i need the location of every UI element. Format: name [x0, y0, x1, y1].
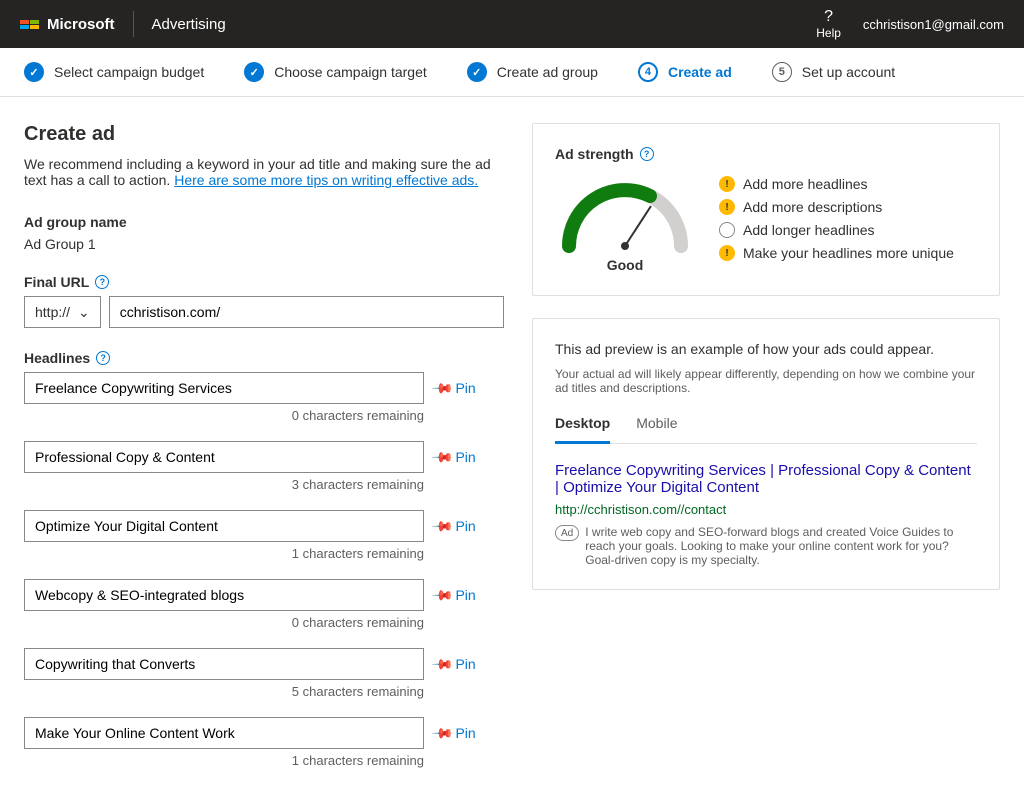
empty-icon [719, 222, 735, 238]
pin-button[interactable]: 📌Pin [434, 449, 476, 466]
pin-icon: 📌 [431, 721, 455, 745]
ad-group-name-value: Ad Group 1 [24, 236, 504, 252]
step-label: Create ad group [497, 64, 598, 80]
ad-group-name-label: Ad group name [24, 214, 504, 230]
warn-icon [719, 199, 735, 215]
pin-icon: 📌 [431, 445, 455, 469]
chars-remaining: 1 characters remaining [24, 546, 424, 561]
pin-icon: 📌 [431, 514, 455, 538]
tab-desktop[interactable]: Desktop [555, 415, 610, 444]
tips-link[interactable]: Here are some more tips on writing effec… [174, 172, 478, 188]
divider [133, 11, 134, 37]
headline-input[interactable] [24, 441, 424, 473]
suggestion-item: Make your headlines more unique [719, 245, 977, 261]
step-create-ad-group[interactable]: Create ad group [467, 62, 598, 82]
step-number: 4 [638, 62, 658, 82]
page-subtitle: We recommend including a keyword in your… [24, 156, 504, 188]
suggestion-item: Add more headlines [719, 176, 977, 192]
step-choose-target[interactable]: Choose campaign target [244, 62, 427, 82]
pin-button[interactable]: 📌Pin [434, 656, 476, 673]
step-label: Select campaign budget [54, 64, 204, 80]
headline-input[interactable] [24, 579, 424, 611]
step-label: Choose campaign target [274, 64, 427, 80]
headlines-label: Headlines [24, 350, 504, 366]
microsoft-logo-icon [20, 20, 39, 29]
pin-icon: 📌 [431, 376, 455, 400]
suggestion-item: Add longer headlines [719, 222, 977, 238]
step-number: 5 [772, 62, 792, 82]
warn-icon [719, 245, 735, 261]
final-url-label: Final URL [24, 274, 504, 290]
info-icon[interactable] [640, 147, 654, 161]
preview-ad-body: Ad I write web copy and SEO-forward blog… [555, 525, 977, 567]
product-name: Advertising [152, 16, 226, 33]
top-bar: Microsoft Advertising ? Help cchristison… [0, 0, 1024, 48]
help-icon: ? [824, 8, 833, 26]
info-icon[interactable] [96, 351, 110, 365]
step-create-ad[interactable]: 4 Create ad [638, 62, 732, 82]
ad-badge: Ad [555, 525, 579, 541]
headline-input[interactable] [24, 510, 424, 542]
chars-remaining: 0 characters remaining [24, 408, 424, 423]
headline-input[interactable] [24, 372, 424, 404]
chars-remaining: 5 characters remaining [24, 684, 424, 699]
step-set-up-account[interactable]: 5 Set up account [772, 62, 895, 82]
help-button[interactable]: ? Help [816, 8, 841, 40]
preview-intro: This ad preview is an example of how you… [555, 341, 977, 357]
pin-icon: 📌 [431, 583, 455, 607]
page-title: Create ad [24, 123, 504, 146]
pin-icon: 📌 [431, 652, 455, 676]
warn-icon [719, 176, 735, 192]
chars-remaining: 3 characters remaining [24, 477, 424, 492]
step-select-budget[interactable]: Select campaign budget [24, 62, 204, 82]
pin-button[interactable]: 📌Pin [434, 587, 476, 604]
preview-sub: Your actual ad will likely appear differ… [555, 367, 977, 395]
headline-input[interactable] [24, 648, 424, 680]
step-label: Set up account [802, 64, 895, 80]
suggestion-item: Add more descriptions [719, 199, 977, 215]
step-bar: Select campaign budget Choose campaign t… [0, 48, 1024, 97]
check-icon [244, 62, 264, 82]
pin-button[interactable]: 📌Pin [434, 380, 476, 397]
headline-input[interactable] [24, 717, 424, 749]
ad-preview-card: This ad preview is an example of how you… [532, 318, 1000, 590]
help-label: Help [816, 26, 841, 40]
check-icon [24, 62, 44, 82]
user-email[interactable]: cchristison1@gmail.com [863, 17, 1004, 32]
pin-button[interactable]: 📌Pin [434, 518, 476, 535]
tab-mobile[interactable]: Mobile [636, 415, 677, 443]
ad-strength-title: Ad strength [555, 146, 977, 162]
check-icon [467, 62, 487, 82]
protocol-select[interactable]: http:// [24, 296, 101, 328]
chars-remaining: 0 characters remaining [24, 615, 424, 630]
step-label: Create ad [668, 64, 732, 80]
chars-remaining: 1 characters remaining [24, 753, 424, 768]
info-icon[interactable] [95, 275, 109, 289]
preview-ad-url: http://cchristison.com//contact [555, 502, 977, 517]
ad-strength-gauge: Good [555, 176, 695, 273]
ad-strength-card: Ad strength Good Add more headlines Add … [532, 123, 1000, 296]
final-url-input[interactable] [109, 296, 504, 328]
pin-button[interactable]: 📌Pin [434, 725, 476, 742]
brand-text: Microsoft [47, 16, 115, 33]
preview-ad-title[interactable]: Freelance Copywriting Services | Profess… [555, 462, 977, 496]
